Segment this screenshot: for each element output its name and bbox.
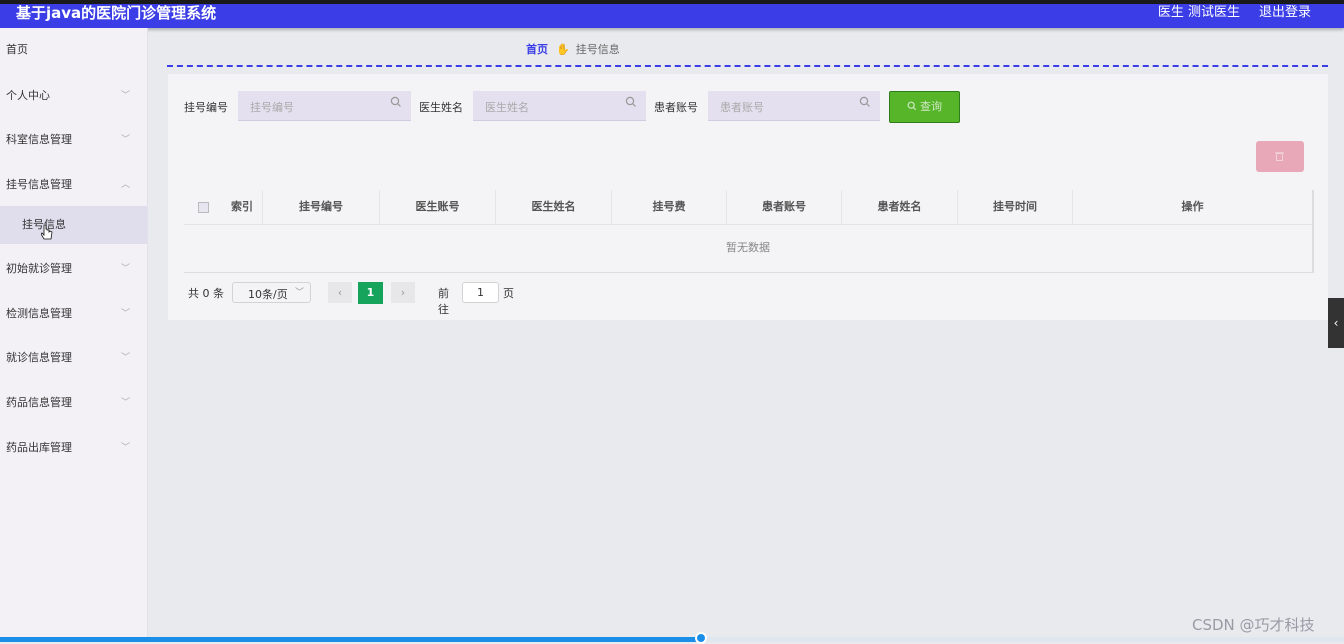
app-title: 基于java的医院门诊管理系统 xyxy=(16,4,217,22)
app-header: 基于java的医院门诊管理系统 医生 测试医生 退出登录 xyxy=(0,4,1344,28)
header-cell: 医生账号 xyxy=(380,190,496,224)
placeholder-text: 患者账号 xyxy=(720,101,764,114)
header-cell: 操作 xyxy=(1181,200,1204,213)
header-cell: 索引 xyxy=(222,190,263,224)
breadcrumb-divider xyxy=(167,65,1328,67)
chevron-right-icon: › xyxy=(400,286,406,299)
query-button[interactable]: 查询 xyxy=(889,91,960,123)
select-all-checkbox[interactable] xyxy=(198,202,209,213)
chevron-down-icon: ﹀ xyxy=(121,135,131,145)
chevron-down-icon: ﹀ xyxy=(121,91,131,101)
total-count: 共 0 条 xyxy=(188,287,224,300)
prev-page-button[interactable]: ‹ xyxy=(328,282,352,303)
empty-state: 暂无数据 xyxy=(726,241,770,254)
sidebar-item-drug-info[interactable]: 药品信息管理 ﹀ xyxy=(0,385,147,421)
next-page-button[interactable]: › xyxy=(391,282,415,303)
chevron-down-icon: ﹀ xyxy=(121,353,131,363)
sidebar-item-test-info[interactable]: 检测信息管理 ﹀ xyxy=(0,296,147,332)
sidebar-subitem-registration-info[interactable]: 挂号信息 xyxy=(0,206,147,244)
hand-icon: ✋ xyxy=(556,43,570,56)
search-input-patient-account[interactable]: 患者账号 xyxy=(708,91,880,121)
search-input-reg-no[interactable]: 挂号编号 xyxy=(238,91,411,121)
current-user: 医生 测试医生 xyxy=(1157,5,1240,20)
goto-page-input[interactable]: 1 xyxy=(462,282,499,303)
sidebar-item-label: 就诊信息管理 xyxy=(6,351,72,364)
header-cell: 患者账号 xyxy=(727,190,842,224)
sidebar-item-personal-center[interactable]: 个人中心 ﹀ xyxy=(0,78,147,114)
placeholder-text: 医生姓名 xyxy=(485,101,529,114)
page-number-current[interactable]: 1 xyxy=(358,282,383,304)
chevron-down-icon: ﹀ xyxy=(294,288,304,298)
sidebar-item-label: 个人中心 xyxy=(6,89,50,102)
sidebar-item-drug-outbound[interactable]: 药品出库管理 ﹀ xyxy=(0,430,147,466)
logout-link[interactable]: 退出登录 xyxy=(1259,4,1311,21)
search-label-reg-no: 挂号编号 xyxy=(184,101,228,114)
content-panel: 挂号编号 挂号编号 医生姓名 医生姓名 患者账号 患者账号 查询 索引 挂号编号… xyxy=(168,74,1328,320)
video-progress-handle[interactable] xyxy=(695,632,707,644)
header-select-all xyxy=(184,190,222,224)
sidebar-item-registration[interactable]: 挂号信息管理 ︿ xyxy=(0,167,147,203)
chevron-down-icon: ﹀ xyxy=(121,264,131,274)
page-size-value: 10条/页 xyxy=(248,288,288,301)
sidebar-item-label: 首页 xyxy=(6,43,28,56)
search-icon xyxy=(625,96,636,107)
search-icon xyxy=(859,96,870,107)
sidebar-item-label: 检测信息管理 xyxy=(6,307,72,320)
search-icon xyxy=(390,96,401,107)
header-cell: 患者姓名 xyxy=(842,190,958,224)
breadcrumb-current: 挂号信息 xyxy=(575,43,620,56)
search-label-doctor-name: 医生姓名 xyxy=(419,101,463,114)
breadcrumb: 首页 ✋ 挂号信息 xyxy=(526,42,620,58)
chevron-down-icon: ﹀ xyxy=(121,443,131,453)
query-button-label: 查询 xyxy=(920,100,942,113)
mouse-cursor-icon xyxy=(41,224,53,240)
sidebar-item-label: 挂号信息管理 xyxy=(6,178,72,191)
sidebar-item-label: 科室信息管理 xyxy=(6,133,72,146)
goto-label: 前往 xyxy=(438,287,449,316)
sidebar-item-label: 药品出库管理 xyxy=(6,441,72,454)
breadcrumb-home[interactable]: 首页 xyxy=(526,43,548,56)
sidebar: 首页 个人中心 ﹀ 科室信息管理 ﹀ 挂号信息管理 ︿ 挂号信息 初始就诊管理 … xyxy=(0,28,148,642)
search-label-patient-account: 患者账号 xyxy=(654,101,698,114)
header-cell: 挂号时间 xyxy=(958,190,1073,224)
video-progress-fill xyxy=(0,637,701,642)
watermark: CSDN @巧才科技 xyxy=(1192,616,1315,634)
chevron-up-icon: ︿ xyxy=(121,180,131,190)
chevron-down-icon: ﹀ xyxy=(121,398,131,408)
header-cell: 挂号费 xyxy=(612,190,727,224)
sidebar-item-initial-visit[interactable]: 初始就诊管理 ﹀ xyxy=(0,251,147,287)
delete-button[interactable] xyxy=(1256,141,1304,172)
collapse-panel-button[interactable]: ‹ xyxy=(1328,298,1344,348)
table-header: 索引 挂号编号 医生账号 医生姓名 挂号费 患者账号 患者姓名 挂号时间 操作 xyxy=(184,190,1312,225)
registration-table: 索引 挂号编号 医生账号 医生姓名 挂号费 患者账号 患者姓名 挂号时间 操作 … xyxy=(184,190,1314,273)
sidebar-item-label: 初始就诊管理 xyxy=(6,262,72,275)
sidebar-item-home[interactable]: 首页 xyxy=(0,32,147,68)
search-icon xyxy=(907,101,917,111)
chevron-left-icon: ‹ xyxy=(337,286,343,299)
sidebar-item-label: 药品信息管理 xyxy=(6,396,72,409)
search-input-doctor-name[interactable]: 医生姓名 xyxy=(473,91,646,121)
page-unit-label: 页 xyxy=(503,287,514,300)
header-cell: 挂号编号 xyxy=(263,190,380,224)
page-size-select[interactable]: 10条/页 ﹀ xyxy=(232,282,311,303)
chevron-left-icon: ‹ xyxy=(1333,316,1339,330)
sidebar-item-department[interactable]: 科室信息管理 ﹀ xyxy=(0,122,147,158)
header-cell: 医生姓名 xyxy=(496,190,612,224)
sidebar-item-visit-info[interactable]: 就诊信息管理 ﹀ xyxy=(0,340,147,376)
chevron-down-icon: ﹀ xyxy=(121,309,131,319)
placeholder-text: 挂号编号 xyxy=(250,101,294,114)
trash-icon xyxy=(1275,152,1284,161)
